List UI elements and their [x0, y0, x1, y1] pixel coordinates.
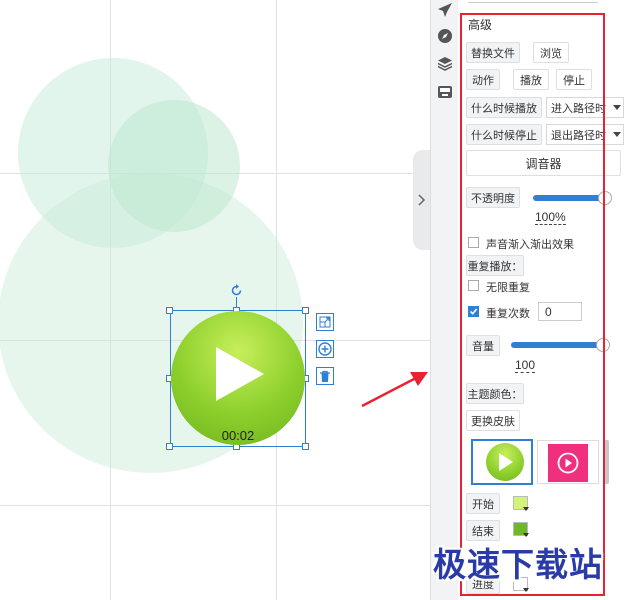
chevron-down-icon [613, 105, 621, 110]
side-icon-rail [430, 0, 459, 600]
volume-slider[interactable] [511, 342, 603, 348]
editor-canvas[interactable]: 00:02 [0, 0, 430, 600]
when-play-label: 什么时候播放 [466, 97, 542, 118]
opacity-label: 不透明度 [466, 187, 520, 208]
decor-bubble [108, 100, 240, 232]
stop-action-button[interactable]: 停止 [556, 69, 592, 90]
when-stop-select[interactable]: 退出路径时 [546, 124, 624, 145]
resize-handle-ne[interactable] [302, 307, 309, 314]
pink-play-icon [548, 444, 588, 482]
chevron-down-icon [523, 533, 529, 537]
rotate-icon[interactable] [229, 283, 244, 298]
player-time: 00:02 [221, 428, 255, 443]
resize-handle-se[interactable] [302, 443, 309, 450]
replace-file-button[interactable]: 替换文件 [466, 42, 520, 63]
skin-option-pink[interactable] [537, 440, 599, 484]
repeat-count-label: 重复次数 [486, 308, 530, 320]
play-icon [216, 347, 264, 401]
opacity-slider-handle[interactable] [598, 191, 612, 205]
when-stop-value: 退出路径时 [551, 129, 606, 142]
airplane-icon[interactable] [437, 2, 453, 18]
browse-button[interactable]: 浏览 [533, 42, 569, 63]
section-advanced-title: 高级 [468, 18, 493, 32]
audio-player-button[interactable]: 00:02 [171, 311, 305, 445]
resize-handle-nw[interactable] [166, 307, 173, 314]
action-label: 动作 [466, 69, 500, 90]
annotation-arrow [361, 372, 428, 408]
chevron-down-icon [613, 132, 621, 137]
add-icon [318, 342, 332, 356]
resize-icon [319, 316, 331, 328]
fade-effect-label: 声音渐入渐出效果 [486, 239, 574, 251]
chevron-down-icon [523, 507, 529, 511]
chevron-down-icon [523, 588, 529, 592]
chevron-right-icon [418, 194, 426, 206]
inbox-icon[interactable] [437, 84, 453, 100]
site-watermark: 极速下载站 [433, 545, 603, 584]
when-play-select[interactable]: 进入路径时 [546, 97, 624, 118]
change-skin-button[interactable]: 更换皮肤 [466, 410, 520, 431]
green-play-icon [486, 443, 524, 481]
opacity-value: 100% [535, 210, 566, 225]
add-tool-button[interactable] [316, 340, 334, 358]
panel-top-border [468, 0, 598, 3]
compass-icon[interactable] [437, 28, 453, 44]
checkmark-icon [469, 308, 478, 315]
volume-slider-handle[interactable] [596, 338, 610, 352]
resize-tool-button[interactable] [316, 313, 334, 331]
repeat-section-label: 重复播放： [466, 255, 524, 276]
play-icon [499, 453, 513, 471]
play-circle-icon [557, 452, 579, 474]
play-action-button[interactable]: 播放 [513, 69, 549, 90]
repeat-count-checkbox[interactable] [468, 306, 479, 317]
opacity-slider[interactable] [533, 195, 605, 201]
volume-value: 100 [515, 358, 536, 373]
when-play-value: 进入路径时 [551, 102, 606, 115]
panel-scrollbar[interactable] [604, 440, 609, 484]
layers-icon[interactable] [437, 55, 453, 71]
start-color-label: 开始 [466, 493, 500, 514]
fade-effect-checkbox[interactable] [468, 237, 479, 248]
grid-line [0, 505, 430, 506]
theme-color-label: 主题颜色： [466, 383, 524, 404]
skin-option-green[interactable] [471, 439, 533, 485]
repeat-count-input[interactable]: 0 [538, 302, 582, 321]
resize-handle-sw[interactable] [166, 443, 173, 450]
infinite-repeat-checkbox[interactable] [468, 280, 479, 291]
collapse-panel-tab[interactable] [413, 150, 431, 250]
mixer-button[interactable]: 调音器 [466, 150, 621, 176]
trash-icon [320, 370, 330, 382]
infinite-repeat-label: 无限重复 [486, 282, 530, 294]
delete-tool-button[interactable] [316, 367, 334, 385]
when-stop-label: 什么时候停止 [466, 124, 542, 145]
volume-label: 音量 [466, 335, 500, 356]
